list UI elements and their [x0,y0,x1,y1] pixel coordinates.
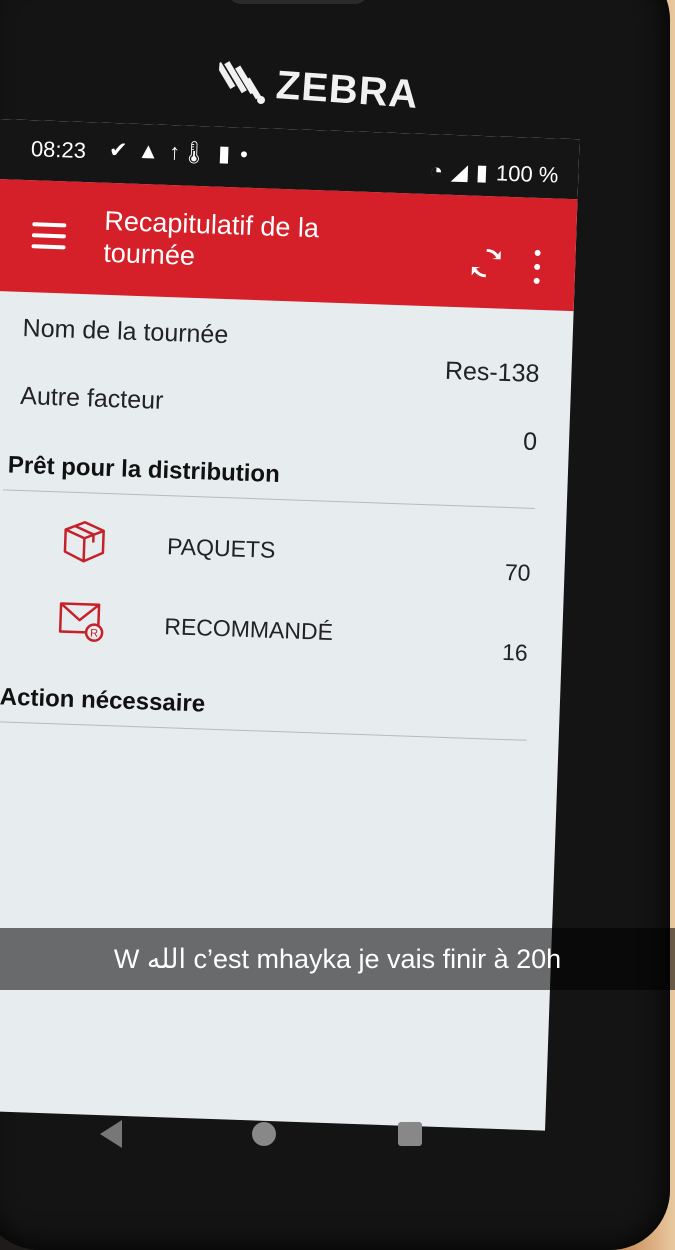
registered-mail-icon: R [58,602,104,642]
thermometer-icon: ↑🌡 [168,138,209,166]
battery-icon: ▮ [475,159,489,186]
wifi-icon: ◔ [429,158,444,184]
list-item-packages[interactable]: PAQUETS 70 [0,512,566,603]
ready-section-title: Prêt pour la distribution [7,451,281,489]
menu-icon[interactable] [31,222,67,250]
route-name-row: Nom de la tournée Res-138 [0,312,573,393]
route-name-value: Res-138 [444,356,540,389]
more-options-icon[interactable] [531,249,544,284]
page-title: Recapitulatif de la tournée [102,205,320,271]
snap-caption: W الله c’est mhayka je vais finir à 20h [0,928,675,990]
earpiece-speaker [228,0,368,4]
section-divider [0,721,527,741]
status-icons: ✔ ▲ ↑🌡 ▮ • [109,137,249,168]
home-icon[interactable] [252,1122,276,1146]
packages-count: 70 [504,558,531,586]
battery-small-icon: ▮ [217,140,231,167]
zebra-logo-icon [216,61,266,105]
app-bar: Recapitulatif de la tournée [0,177,578,312]
svg-text:R: R [90,628,98,640]
status-time: 08:23 [30,136,87,164]
packages-label: PAQUETS [166,533,276,563]
list-item-registered[interactable]: R RECOMMANDÉ 16 [0,592,563,683]
check-circle-icon: ✔ [108,136,128,163]
other-carrier-value: 0 [522,427,538,456]
back-icon[interactable] [100,1120,122,1148]
refresh-icon[interactable] [469,246,504,281]
registered-count: 16 [501,638,529,666]
route-name-label: Nom de la tournée [22,313,229,350]
dot-icon: • [239,141,249,167]
brand-name: ZEBRA [274,62,421,117]
package-icon [63,521,105,563]
signal-icon: ◢ [450,158,469,185]
nav-bar [100,1118,430,1158]
battery-percent: 100 % [495,160,559,188]
other-carrier-label: Autre facteur [19,381,164,415]
status-right: ◔ ◢ ▮ 100 % [429,158,559,188]
registered-label: RECOMMANDÉ [163,613,334,645]
section-divider [3,489,535,509]
other-carrier-row: Autre facteur 0 [0,380,570,461]
warning-icon: ▲ [136,137,160,164]
recent-apps-icon[interactable] [398,1122,422,1146]
action-section-title: Action nécessaire [0,683,206,718]
